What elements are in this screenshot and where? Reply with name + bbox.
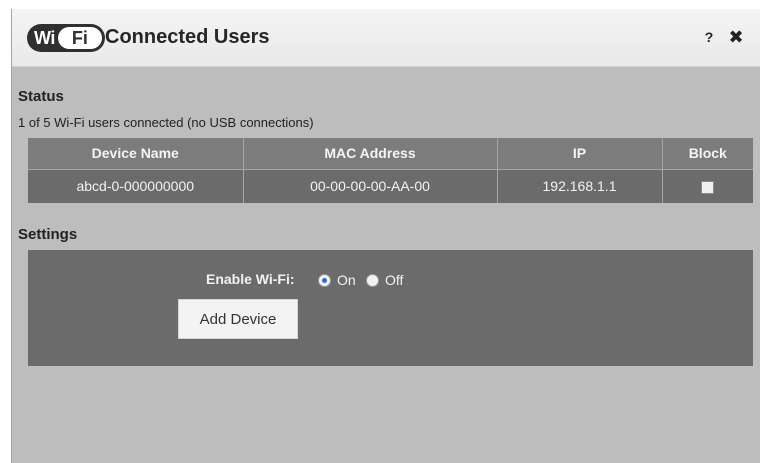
add-device-button[interactable]: Add Device [178, 299, 298, 339]
wifi-on-label[interactable]: On [337, 272, 356, 288]
close-icon[interactable]: ✖ [727, 27, 745, 47]
connected-users-dialog: Wi Fi Connected Users ? ✖ Status 1 of 5 … [11, 9, 760, 463]
wifi-off-label[interactable]: Off [385, 272, 403, 288]
help-icon[interactable]: ? [702, 29, 716, 47]
table-header-row: Device Name MAC Address IP Block [28, 138, 753, 169]
settings-panel: Enable Wi-Fi: On Off Add Device [28, 250, 753, 366]
device-name-cell: abcd-0-000000000 [28, 168, 244, 203]
column-header-ip: IP [497, 138, 663, 169]
block-cell [662, 168, 753, 203]
wifi-off-radio[interactable] [366, 274, 379, 287]
wifi-logo-wi: Wi [34, 27, 55, 48]
wifi-on-radio[interactable] [318, 274, 331, 287]
status-heading: Status [18, 88, 64, 105]
wifi-logo: Wi Fi [27, 24, 105, 52]
enable-wifi-label: Enable Wi-Fi: [206, 271, 295, 287]
mac-address-cell: 00-00-00-00-AA-00 [243, 168, 498, 203]
ip-cell: 192.168.1.1 [497, 168, 663, 203]
dialog-header: Wi Fi Connected Users ? ✖ [12, 9, 760, 67]
column-header-block: Block [662, 138, 753, 169]
settings-heading: Settings [18, 226, 78, 243]
wifi-logo-fi: Fi [57, 27, 102, 49]
column-header-device-name: Device Name [28, 138, 244, 169]
dialog-title: Connected Users [105, 26, 270, 48]
status-summary: 1 of 5 Wi-Fi users connected (no USB con… [18, 115, 314, 130]
connected-users-table: Device Name MAC Address IP Block abcd-0-… [28, 138, 753, 203]
table-row: abcd-0-000000000 00-00-00-00-AA-00 192.1… [28, 168, 753, 203]
block-checkbox[interactable] [701, 181, 715, 195]
column-header-mac-address: MAC Address [243, 138, 498, 169]
